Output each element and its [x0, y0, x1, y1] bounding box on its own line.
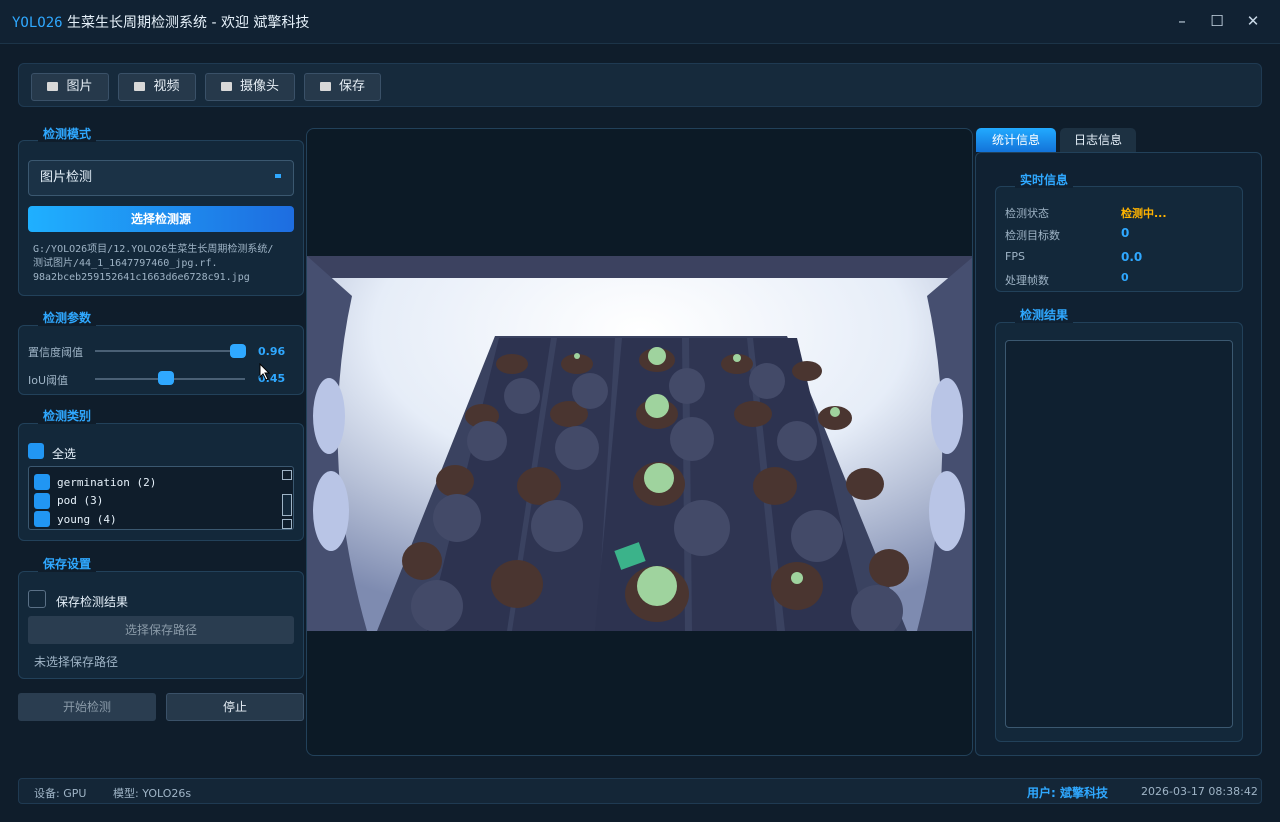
image-button[interactable]: 图片	[31, 73, 109, 101]
save-results-checkbox[interactable]	[28, 590, 46, 608]
title-bar: YOLO26 生菜生长周期检测系统 - 欢迎 斌擎科技 – ☐ ✕	[0, 0, 1280, 44]
status-bar: 设备: GPU 模型: YOLO26s 用户: 斌擎科技 2026-03-17 …	[18, 778, 1262, 804]
close-button[interactable]: ✕	[1244, 12, 1262, 30]
source-path-line: 测试图片/44_1_1647797460_jpg.rf.	[33, 258, 218, 269]
class-label-young: young (4)	[57, 513, 117, 526]
select-all-checkbox[interactable]	[28, 443, 44, 459]
class-checkbox-pod[interactable]	[34, 493, 50, 509]
window-title: 生菜生长周期检测系统 - 欢迎 斌擎科技	[67, 15, 310, 31]
model-status: 模型: YOLO26s	[113, 787, 192, 800]
start-detection-button[interactable]: 开始检测	[18, 693, 156, 721]
video-icon	[134, 82, 146, 91]
class-checkbox-germination[interactable]	[34, 474, 50, 490]
source-path: G:/YOLO26项目/12.YOLO26生菜生长周期检测系统/ 测试图片/44…	[33, 243, 299, 285]
minimize-button[interactable]: –	[1173, 12, 1191, 30]
results-title: 检测结果	[1015, 306, 1074, 323]
toolbar: 图片 视频 摄像头 保存	[18, 63, 1262, 107]
status-value: 检测中...	[1121, 207, 1167, 220]
mouse-cursor-icon	[259, 363, 271, 381]
scroll-down-arrow[interactable]	[282, 519, 292, 529]
choose-save-path-button[interactable]: 选择保存路径	[28, 616, 294, 644]
results-list[interactable]	[1005, 340, 1233, 728]
maximize-button[interactable]: ☐	[1208, 12, 1226, 30]
select-source-button[interactable]: 选择检测源	[28, 206, 294, 232]
save-settings-title: 保存设置	[38, 555, 97, 572]
image-button-label: 图片	[66, 79, 93, 94]
targets-label: 检测目标数	[1005, 229, 1060, 242]
frames-label: 处理帧数	[1005, 274, 1049, 287]
class-label-pod: pod (3)	[57, 494, 104, 507]
user-status: 用户: 斌擎科技	[1027, 786, 1108, 800]
detection-image	[307, 256, 972, 631]
class-checkbox-young[interactable]	[34, 511, 50, 527]
confidence-value: 0.96	[258, 345, 286, 358]
device-status: 设备: GPU	[34, 787, 87, 800]
frames-value: 0	[1121, 271, 1129, 284]
display-panel	[306, 128, 973, 756]
iou-slider-handle[interactable]	[158, 371, 174, 385]
realtime-info-title: 实时信息	[1015, 171, 1074, 188]
iou-label: IoU阈值	[28, 374, 69, 387]
tab-log[interactable]: 日志信息	[1060, 128, 1136, 152]
confidence-slider-handle[interactable]	[230, 344, 246, 358]
camera-button-label: 摄像头	[239, 79, 279, 94]
fps-value: 0.0	[1121, 250, 1143, 264]
select-all-label: 全选	[52, 447, 77, 461]
source-path-line: G:/YOLO26项目/12.YOLO26生菜生长周期检测系统/	[33, 244, 274, 255]
video-button-label: 视频	[153, 79, 180, 94]
detect-params-title: 检测参数	[38, 309, 97, 326]
video-button[interactable]: 视频	[118, 73, 196, 101]
detect-mode-title: 检测模式	[38, 125, 97, 142]
targets-value: 0	[1121, 226, 1130, 240]
detect-classes-title: 检测类别	[38, 407, 97, 424]
camera-button[interactable]: 摄像头	[205, 73, 295, 101]
confidence-label: 置信度阈值	[28, 346, 83, 359]
stop-button[interactable]: 停止	[166, 693, 304, 721]
confidence-slider-track[interactable]	[95, 350, 245, 352]
status-label: 检测状态	[1005, 207, 1049, 220]
scrollbar-thumb[interactable]	[282, 494, 292, 516]
fps-label: FPS	[1005, 250, 1025, 263]
brand-label: YOLO26	[12, 15, 63, 31]
source-path-line: 98a2bceb259152641c1663d6e6728c91.jpg	[33, 272, 250, 283]
lettuce-tray-image	[307, 256, 972, 631]
tab-stats[interactable]: 统计信息	[976, 128, 1056, 152]
image-icon	[47, 82, 59, 91]
save-button[interactable]: 保存	[304, 73, 381, 101]
camera-icon	[220, 82, 232, 91]
datetime-status: 2026-03-17 08:38:42	[1141, 785, 1258, 798]
app-title: YOLO26 生菜生长周期检测系统 - 欢迎 斌擎科技	[12, 12, 309, 32]
class-label-germination: germination (2)	[57, 476, 157, 489]
chevron-down-icon	[275, 174, 281, 178]
save-results-label: 保存检测结果	[56, 595, 129, 609]
scroll-up-arrow[interactable]	[282, 470, 292, 480]
save-path-status: 未选择保存路径	[34, 655, 119, 669]
save-button-label: 保存	[338, 79, 365, 94]
detect-mode-value: 图片检测	[40, 170, 93, 185]
detect-mode-select[interactable]: 图片检测	[28, 160, 294, 196]
save-icon	[319, 82, 331, 91]
